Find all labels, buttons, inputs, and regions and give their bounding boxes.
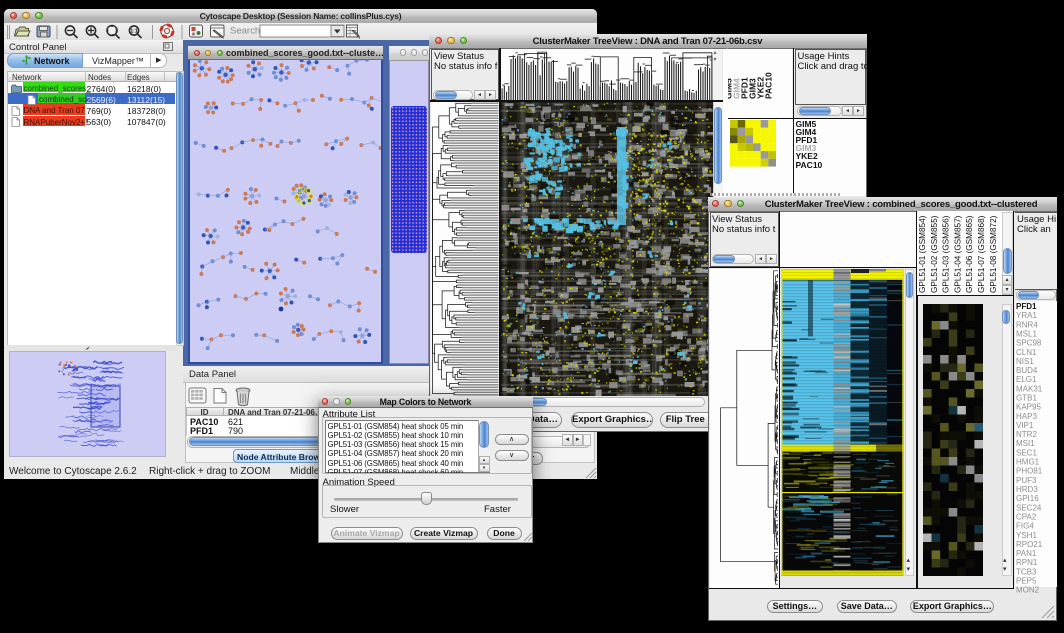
svg-text:Search:: Search: [230, 25, 263, 36]
svg-text:CPA2: CPA2 [1016, 513, 1037, 522]
svg-text:YRA1: YRA1 [1016, 311, 1037, 320]
svg-text:MON2: MON2 [1016, 586, 1040, 595]
svg-text:MSI1: MSI1 [1016, 439, 1035, 448]
svg-text:ELG1: ELG1 [1016, 375, 1037, 384]
svg-text:NTR2: NTR2 [1016, 430, 1037, 439]
svg-text:RNR4: RNR4 [1016, 320, 1038, 329]
svg-text:YSH1: YSH1 [1016, 531, 1037, 540]
svg-text:GPL51-04 (GSM857): GPL51-04 (GSM857) [953, 215, 962, 293]
svg-text:FIG4: FIG4 [1016, 522, 1034, 531]
svg-text:MSL1: MSL1 [1016, 330, 1037, 339]
svg-text:VIP1: VIP1 [1016, 421, 1034, 430]
svg-text:PHO81: PHO81 [1016, 467, 1043, 476]
svg-text:GTB1: GTB1 [1016, 394, 1037, 403]
svg-text:GPL51-03 (GSM856): GPL51-03 (GSM856) [942, 215, 951, 293]
svg-text:RPN1: RPN1 [1016, 558, 1038, 567]
svg-text:PUF3: PUF3 [1016, 476, 1037, 485]
svg-text:HRD3: HRD3 [1016, 485, 1038, 494]
svg-text:GPL51-06 (GSM865): GPL51-06 (GSM865) [965, 215, 974, 293]
svg-text:GPL51-08 (GSM872): GPL51-08 (GSM872) [989, 215, 998, 293]
svg-text:PAC10: PAC10 [764, 71, 774, 98]
svg-text:PAN1: PAN1 [1016, 549, 1037, 558]
svg-text:PFD1: PFD1 [1016, 302, 1037, 311]
svg-text:SEC24: SEC24 [1016, 503, 1042, 512]
svg-text:CLN1: CLN1 [1016, 348, 1037, 357]
svg-text:1:1: 1:1 [130, 28, 137, 34]
svg-text:GPL51-02 (GSM855): GPL51-02 (GSM855) [930, 215, 939, 293]
svg-text:TCB3: TCB3 [1016, 567, 1037, 576]
svg-text:HMG1: HMG1 [1016, 458, 1040, 467]
svg-text:PEP5: PEP5 [1016, 577, 1037, 586]
svg-text:SEC1: SEC1 [1016, 448, 1037, 457]
svg-text:BUD4: BUD4 [1016, 366, 1038, 375]
svg-text:MAK31: MAK31 [1016, 384, 1043, 393]
svg-text:HAP3: HAP3 [1016, 412, 1037, 421]
svg-text:NIS1: NIS1 [1016, 357, 1034, 366]
svg-text:GPI16: GPI16 [1016, 494, 1039, 503]
svg-text:GPL51-01 (GSM854): GPL51-01 (GSM854) [918, 215, 927, 293]
svg-text:GPL51-07 (GSM868): GPL51-07 (GSM868) [977, 215, 986, 293]
svg-text:KAP95: KAP95 [1016, 403, 1041, 412]
svg-text:RPO21: RPO21 [1016, 540, 1043, 549]
svg-text:SPC98: SPC98 [1016, 339, 1042, 348]
